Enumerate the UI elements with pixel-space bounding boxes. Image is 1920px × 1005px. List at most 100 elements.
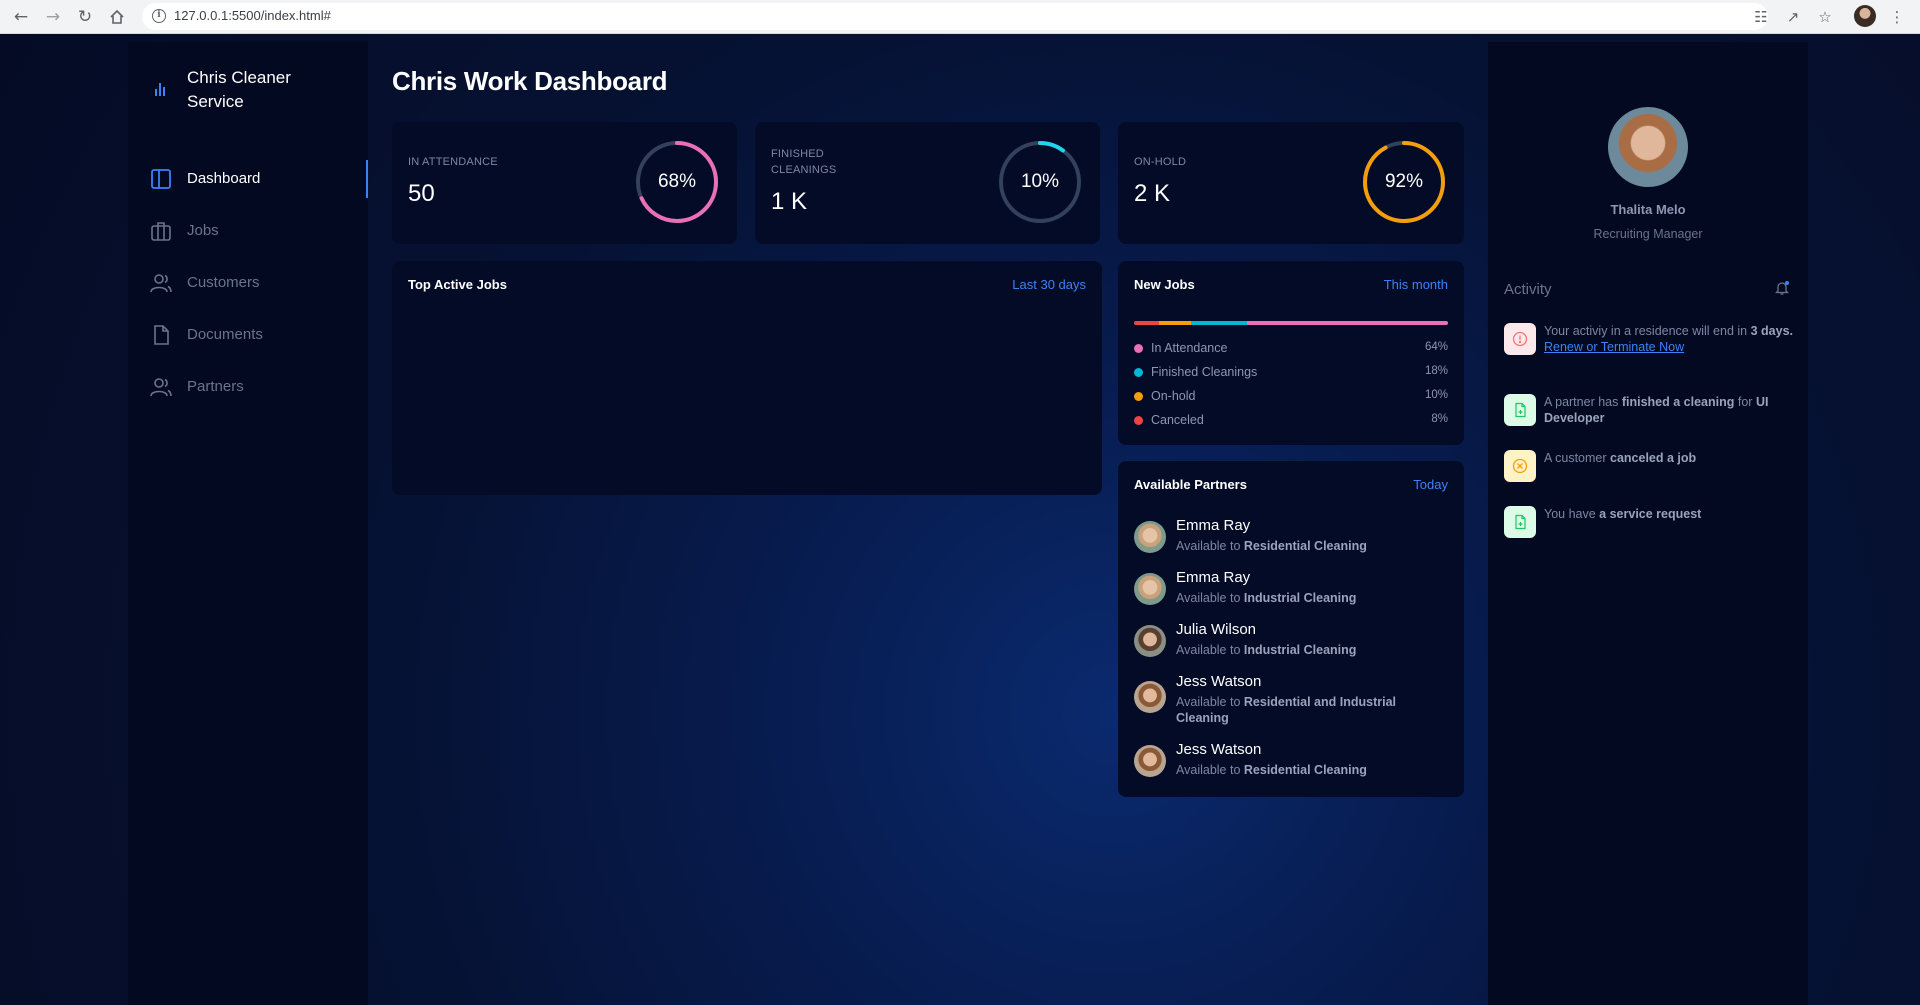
progress-segment [1134, 321, 1160, 325]
legend-percent: 8% [1431, 413, 1448, 425]
back-arrow-icon[interactable]: ← [10, 6, 32, 28]
stat-card-finished[interactable]: FINISHED CLEANINGS 1 K 10% [755, 122, 1100, 244]
new-jobs-card: New Jobs This month In Attendance 64% Fi… [1118, 261, 1464, 445]
sidebar-item-label: Documents [187, 326, 263, 343]
partner-item[interactable]: Emma Ray Available to Residential Cleani… [1134, 517, 1454, 557]
sidebar-item-partners[interactable]: Partners [128, 362, 368, 414]
home-icon[interactable] [106, 6, 128, 28]
progress-segment [1190, 321, 1248, 325]
partner-availability: Available to Residential and Industrial … [1176, 695, 1397, 725]
main-content: Chris Work Dashboard IN ATTENDANCE 50 68… [392, 42, 1465, 1005]
activity-item: Your activiy in a residence will end in … [1504, 323, 1794, 371]
avatar [1134, 521, 1166, 553]
progress-ring-label: 68% [657, 171, 697, 192]
sidebar-item-documents[interactable]: Documents [128, 310, 368, 362]
partner-availability: Available to Residential Cleaning [1176, 539, 1367, 553]
sidebar-item-label: Jobs [187, 222, 219, 239]
address-bar[interactable]: i 127.0.0.1:5500/index.html# [142, 3, 1768, 30]
partner-item[interactable]: Emma Ray Available to Industrial Cleanin… [1134, 569, 1454, 609]
card-title: Available Partners [1134, 477, 1247, 492]
browser-profile-avatar[interactable] [1854, 5, 1876, 27]
partner-item[interactable]: Jess Watson Available to Residential Cle… [1134, 741, 1454, 781]
forward-arrow-icon[interactable]: → [42, 6, 64, 28]
legend-row: On-hold 10% [1134, 387, 1448, 411]
stat-label: FINISHED CLEANINGS [771, 148, 837, 176]
period-link[interactable]: Last 30 days [1012, 277, 1086, 292]
profile-avatar[interactable] [1608, 107, 1688, 187]
sidebar-item-label: Partners [187, 378, 244, 395]
partner-name: Emma Ray [1176, 517, 1251, 534]
partner-name: Julia Wilson [1176, 621, 1257, 638]
bookmark-star-icon[interactable]: ☆ [1814, 6, 1836, 28]
stat-value: 50 [408, 180, 435, 207]
sidebar-item-dashboard[interactable]: Dashboard [128, 154, 368, 206]
brand-name: Chris Cleaner Service [187, 68, 291, 111]
activity-text: A customer canceled a job [1544, 451, 1697, 465]
period-link[interactable]: Today [1413, 477, 1448, 492]
partner-availability: Available to Industrial Cleaning [1176, 643, 1357, 657]
stat-value: 2 K [1134, 180, 1171, 207]
translate-icon[interactable]: ☷ [1750, 6, 1772, 28]
sidebar-item-jobs[interactable]: Jobs [128, 206, 368, 258]
activity-title: Activity [1504, 281, 1552, 298]
partner-item[interactable]: Julia Wilson Available to Industrial Cle… [1134, 621, 1454, 661]
document-icon [150, 324, 172, 346]
progress-ring-label: 10% [1020, 171, 1060, 192]
progress-ring: 92% [1362, 140, 1446, 224]
legend-dot [1134, 416, 1143, 425]
alert-icon [1504, 323, 1536, 355]
profile-role: Recruiting Manager [1593, 227, 1703, 241]
bell-icon[interactable] [1774, 280, 1790, 296]
activity-text: You have a service request [1544, 507, 1702, 521]
avatar [1134, 625, 1166, 657]
progress-ring: 10% [998, 140, 1082, 224]
avatar [1134, 681, 1166, 713]
card-title: New Jobs [1134, 277, 1195, 292]
profile-panel: Thalita Melo Recruiting Manager Activity… [1488, 42, 1808, 1005]
briefcase-icon [150, 220, 172, 242]
sidebar: Chris Cleaner Service Dashboard Jobs Cus… [128, 42, 368, 1005]
activity-item: You have a service request [1504, 506, 1794, 542]
x-circle-icon [1504, 450, 1536, 482]
partner-name: Emma Ray [1176, 569, 1251, 586]
users-icon [150, 272, 172, 294]
bar-chart-icon [153, 82, 167, 96]
progress-ring: 68% [635, 140, 719, 224]
activity-item: A partner has finished a cleaning for UI… [1504, 394, 1794, 430]
legend-dot [1134, 368, 1143, 377]
reload-icon[interactable]: ↻ [74, 6, 96, 28]
activity-text: Your activiy in a residence will end in … [1544, 324, 1794, 355]
period-link[interactable]: This month [1384, 277, 1448, 292]
legend-percent: 18% [1424, 365, 1448, 377]
avatar [1134, 745, 1166, 777]
partner-name: Jess Watson [1176, 741, 1262, 758]
url-text: 127.0.0.1:5500/index.html# [174, 8, 331, 23]
sidebar-item-customers[interactable]: Customers [128, 258, 368, 310]
top-active-jobs-card: Top Active Jobs Last 30 days [392, 261, 1102, 495]
legend-row: In Attendance 64% [1134, 339, 1448, 363]
partner-item[interactable]: Jess Watson Available to Residential and… [1134, 673, 1454, 729]
legend-label: In Attendance [1151, 341, 1228, 355]
legend-row: Finished Cleanings 18% [1134, 363, 1448, 387]
partner-name: Jess Watson [1176, 673, 1262, 690]
renew-link[interactable]: Renew or Terminate Now [1544, 339, 1794, 355]
file-icon [1504, 506, 1536, 538]
stat-label: IN ATTENDANCE [408, 156, 498, 168]
browser-menu-icon[interactable]: ⋮ [1886, 6, 1908, 28]
browser-toolbar: ← → ↻ i 127.0.0.1:5500/index.html# ☷ ↗ ☆… [0, 0, 1920, 34]
stat-card-on-hold[interactable]: ON-HOLD 2 K 92% [1118, 122, 1464, 244]
legend-percent: 10% [1424, 389, 1448, 401]
legend-label: Finished Cleanings [1151, 365, 1258, 379]
site-info-icon[interactable]: i [152, 9, 166, 23]
app-root: Chris Cleaner Service Dashboard Jobs Cus… [0, 34, 1920, 1005]
activity-item: A customer canceled a job [1504, 450, 1794, 486]
stat-card-attendance[interactable]: IN ATTENDANCE 50 68% [392, 122, 737, 244]
segmented-progress-bar [1134, 321, 1448, 325]
partner-availability: Available to Industrial Cleaning [1176, 591, 1357, 605]
share-icon[interactable]: ↗ [1782, 6, 1804, 28]
columns-icon [150, 168, 172, 190]
available-partners-card: Available Partners Today Emma Ray Availa… [1118, 461, 1464, 797]
profile-name: Thalita Melo [1610, 202, 1686, 217]
progress-segment [1247, 321, 1448, 325]
card-title: Top Active Jobs [408, 277, 507, 292]
